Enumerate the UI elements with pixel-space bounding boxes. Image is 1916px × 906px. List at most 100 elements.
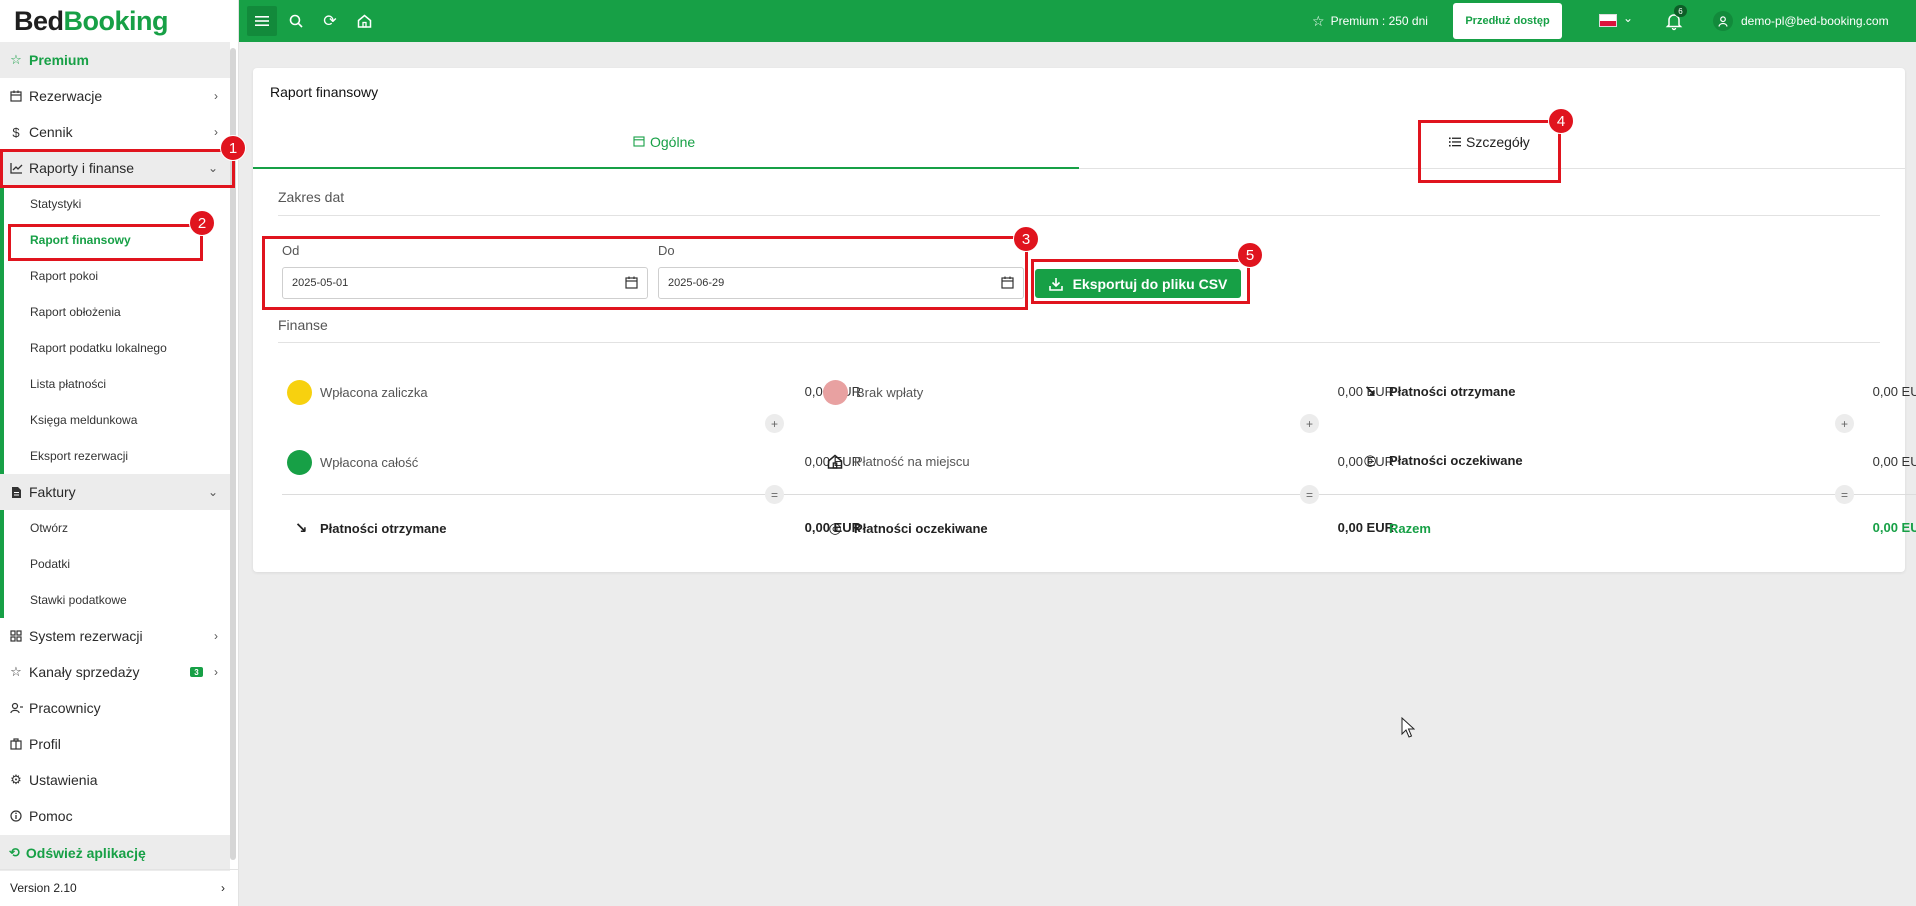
home-icon: [826, 452, 844, 470]
sidebar-subitem-guest-book[interactable]: Księga meldunkowa: [0, 402, 230, 438]
sidebar-item-employees[interactable]: Pracownicy: [0, 690, 230, 726]
poland-flag-icon[interactable]: [1599, 14, 1617, 27]
topbar: ⟳ ☆ Premium : 250 dni Przedłuż dostęp ⌄ …: [239, 0, 1916, 42]
sum-rule: [1350, 494, 1916, 495]
refresh-app-button[interactable]: ⟲ Odśwież aplikację: [0, 835, 230, 871]
channels-count-badge: 3: [190, 667, 203, 677]
premium-status: ☆ Premium : 250 dni: [1312, 12, 1428, 29]
plus-operator: +: [1835, 414, 1854, 433]
annotation-box-5: [1031, 259, 1250, 304]
received-payments-value: 0,00 EUR: [1872, 384, 1916, 399]
sidebar-item-invoices[interactable]: Faktury ⌄: [0, 474, 230, 510]
calendar-icon: [633, 135, 645, 150]
plus-operator: +: [765, 414, 784, 433]
annotation-box-3: [262, 236, 1028, 310]
sidebar-subitem-open[interactable]: Otwórz: [0, 510, 230, 546]
hamburger-icon: [255, 16, 269, 26]
annotation-box-4: [1418, 120, 1561, 183]
pay-on-site-row: Płatność na miejscu: [826, 447, 970, 475]
no-payment-row: Brak wpłaty: [823, 378, 923, 406]
home-button[interactable]: [349, 6, 379, 36]
expected-payments-value: 0,00 EUR: [1872, 454, 1916, 469]
divider: [278, 215, 1880, 216]
extend-access-button[interactable]: Przedłuż dostęp: [1453, 3, 1562, 39]
sync-button[interactable]: ⟳: [315, 6, 345, 36]
sidebar-subitem-taxes[interactable]: Podatki: [0, 546, 230, 582]
annotation-number-4: 4: [1548, 108, 1574, 134]
arrow-turn-down-icon: ↘: [294, 520, 308, 537]
sidebar-subitem-tax-rates[interactable]: Stawki podatkowe: [0, 582, 230, 618]
received-total-row: ↘ Płatności otrzymane: [292, 514, 447, 542]
fully-paid-row: Wpłacona całość: [287, 448, 418, 476]
dollar-icon: $: [12, 124, 20, 140]
user-menu[interactable]: demo-pl@bed-booking.com: [1713, 0, 1889, 42]
info-icon: [9, 809, 23, 823]
sidebar-subitem-reservation-export[interactable]: Eksport rezerwacji: [0, 438, 230, 474]
equals-operator: =: [1835, 485, 1854, 504]
chevron-right-icon: ›: [214, 665, 218, 679]
grand-total-row: Razem: [1389, 520, 1431, 536]
annotation-box-1: [0, 149, 235, 188]
sidebar-subitem-occupancy-report[interactable]: Raport obłożenia: [0, 294, 230, 330]
annotation-box-2: [8, 224, 203, 261]
chevron-right-icon: ›: [221, 881, 225, 895]
status-dot-pink: [823, 379, 848, 405]
annotation-number-5: 5: [1237, 242, 1263, 268]
active-tab-indicator: [253, 167, 1079, 169]
grand-total-value: 0,00 EUR: [1872, 520, 1916, 535]
chevron-down-icon[interactable]: ⌄: [1623, 11, 1633, 25]
target-icon: ◎: [1363, 452, 1377, 469]
sidebar-item-reservations[interactable]: Rezerwacje ›: [0, 78, 230, 114]
annotation-number-2: 2: [189, 210, 215, 236]
brand-logo[interactable]: Bed Booking: [0, 0, 238, 42]
mouse-cursor-icon: [1401, 717, 1415, 738]
sidebar-subitem-payment-list[interactable]: Lista płatności: [0, 366, 230, 402]
financial-report-card: Raport finansowy Ogólne Szczegóły Zakres…: [253, 68, 1916, 572]
sidebar-item-pricing[interactable]: $ Cennik ›: [0, 114, 230, 150]
search-icon: [289, 14, 303, 28]
annotation-number-1: 1: [220, 135, 246, 161]
star-icon: ☆: [1312, 12, 1325, 29]
status-dot-green: [287, 449, 312, 475]
received-payments-row: ↘ Płatności otrzymane: [1361, 377, 1516, 405]
divider: [278, 342, 1880, 343]
users-icon: [9, 701, 23, 715]
star-icon: ☆: [10, 52, 22, 67]
hamburger-menu-button[interactable]: [247, 6, 277, 36]
page-title: Raport finansowy: [270, 84, 379, 100]
invoice-icon: [9, 485, 23, 499]
sync-icon: ⟳: [323, 13, 337, 30]
chevron-down-icon: ⌄: [207, 485, 218, 499]
notification-count-badge: 6: [1674, 5, 1687, 17]
user-icon: [1713, 11, 1733, 31]
tab-general[interactable]: Ogólne: [633, 134, 695, 150]
sidebar-item-sales-channels[interactable]: ☆ Kanały sprzedaży 3 ›: [0, 654, 230, 690]
version-info[interactable]: Version 2.10 ›: [0, 869, 239, 906]
sidebar-item-booking-system[interactable]: System rezerwacji ›: [0, 618, 230, 654]
annotation-number-3: 3: [1013, 226, 1039, 252]
sidebar-item-settings[interactable]: ⚙ Ustawienia: [0, 762, 230, 798]
expected-total-row: ◎ Płatności oczekiwane: [826, 514, 987, 542]
chevron-right-icon: ›: [214, 125, 218, 139]
sidebar-item-help[interactable]: Pomoc: [0, 798, 230, 834]
sidebar-subitem-room-report[interactable]: Raport pokoi: [0, 258, 230, 294]
arrow-turn-down-icon: ↘: [1363, 383, 1377, 400]
sidebar-item-profile[interactable]: Profil: [0, 726, 230, 762]
chevron-right-icon: ›: [214, 629, 218, 643]
sidebar: Bed Booking ☆ Premium Rezerwacje › $ Cenn…: [0, 0, 239, 906]
expected-total-value: 0,00 EUR: [1337, 520, 1394, 535]
search-button[interactable]: [281, 6, 311, 36]
home-icon: [357, 14, 371, 28]
date-range-heading: Zakres dat: [278, 189, 345, 205]
building-icon: [9, 737, 23, 751]
equals-operator: =: [1300, 485, 1319, 504]
sidebar-subitem-local-tax-report[interactable]: Raport podatku lokalnego: [0, 330, 230, 366]
grid-icon: [9, 629, 23, 643]
status-dot-yellow: [287, 379, 312, 405]
sidebar-item-premium[interactable]: ☆ Premium: [0, 42, 230, 78]
star-icon: ☆: [10, 664, 22, 679]
calendar-icon: [9, 89, 23, 103]
expected-payments-row: ◎ Płatności oczekiwane: [1361, 446, 1522, 474]
equals-operator: =: [765, 485, 784, 504]
target-icon: ◎: [828, 520, 842, 537]
